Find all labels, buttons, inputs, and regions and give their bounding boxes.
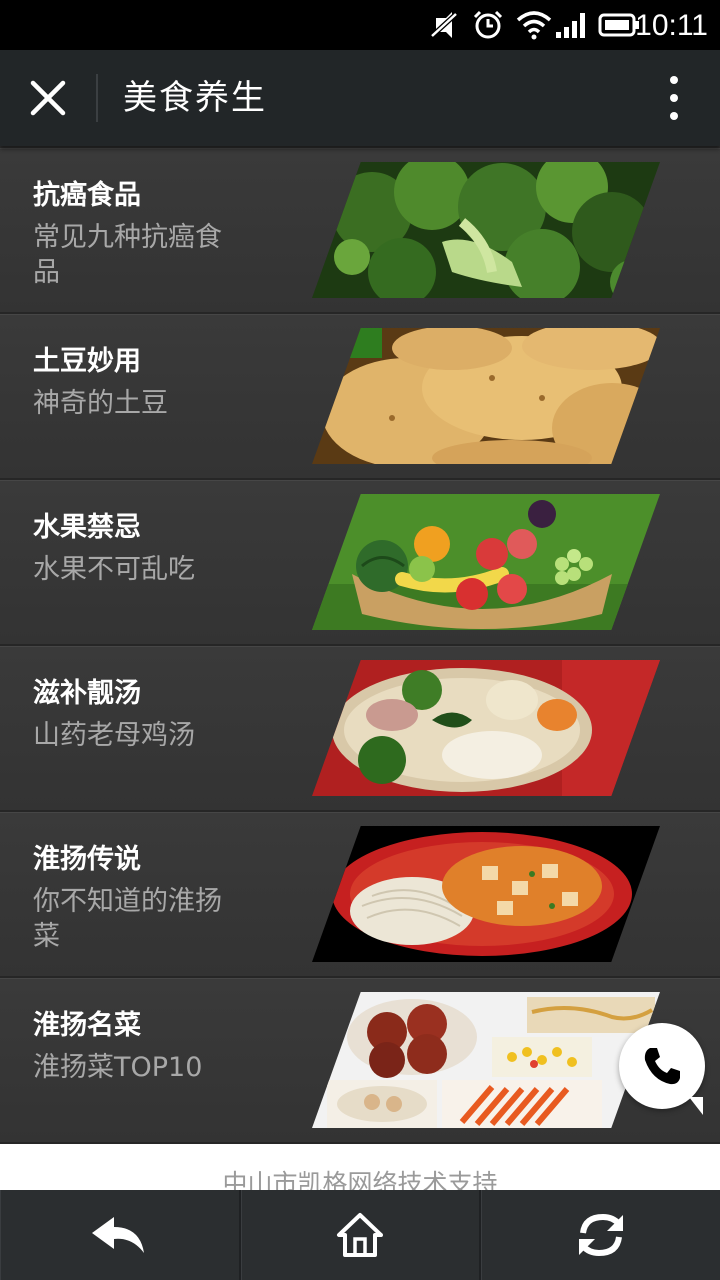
list-item-potato[interactable]: 土豆妙用 神奇的土豆 xyxy=(0,314,720,480)
item-title: 土豆妙用 xyxy=(33,346,141,377)
close-button[interactable] xyxy=(24,74,72,122)
fruit-basket-image xyxy=(312,494,660,630)
item-title: 水果禁忌 xyxy=(33,512,141,543)
list-item-anticancer[interactable]: 抗癌食品 常见九种抗癌食品 xyxy=(0,148,720,314)
more-options-button[interactable] xyxy=(664,76,684,120)
item-title: 淮扬传说 xyxy=(33,844,141,875)
list-item-fruit[interactable]: 水果禁忌 水果不可乱吃 xyxy=(0,480,720,646)
bottom-toolbar xyxy=(0,1190,720,1280)
more-vertical-icon xyxy=(664,76,684,120)
back-icon xyxy=(92,1217,145,1253)
item-subtitle: 常见九种抗癌食品 xyxy=(33,222,222,288)
refresh-icon xyxy=(578,1213,623,1257)
call-button[interactable] xyxy=(619,1023,705,1115)
potatoes-image xyxy=(312,328,660,464)
item-title: 滋补靓汤 xyxy=(33,678,141,709)
list-item-huaiyang-legend[interactable]: 淮扬传说 你不知道的淮扬菜 xyxy=(0,812,720,978)
home-button[interactable] xyxy=(241,1190,482,1280)
page-title: 美食养生 xyxy=(123,78,267,118)
wifi-icon xyxy=(516,11,552,40)
item-subtitle: 神奇的土豆 xyxy=(33,388,168,419)
item-subtitle: 水果不可乱吃 xyxy=(33,554,195,585)
list-item-soup[interactable]: 滋补靓汤 山药老母鸡汤 xyxy=(0,646,720,812)
item-subtitle: 山药老母鸡汤 xyxy=(33,720,195,751)
battery-icon xyxy=(598,13,639,37)
menu-list: 抗癌食品 常见九种抗癌食品 土豆妙用 神奇的土豆 水果禁忌 水果不可乱吃 滋补靓… xyxy=(0,148,720,1144)
item-subtitle: 你不知道的淮扬菜 xyxy=(33,886,222,952)
item-subtitle: 淮扬菜TOP10 xyxy=(33,1052,203,1083)
back-button[interactable] xyxy=(0,1190,241,1280)
dishes-collage-image xyxy=(312,992,660,1128)
alarm-icon xyxy=(473,10,503,39)
footer: 中山市凯格网络技术支持 xyxy=(0,1144,720,1190)
nav-bar: 美食养生 xyxy=(0,50,720,146)
nav-divider xyxy=(96,74,98,122)
mute-icon xyxy=(430,12,458,38)
item-title: 抗癌食品 xyxy=(33,180,141,211)
status-bar: 10:11 xyxy=(0,0,720,50)
phone-icon xyxy=(644,1048,680,1085)
item-title: 淮扬名菜 xyxy=(33,1010,141,1041)
home-icon xyxy=(337,1213,383,1257)
broccoli-image xyxy=(312,162,660,298)
close-icon xyxy=(30,80,66,116)
chicken-soup-image xyxy=(312,660,660,796)
list-item-huaiyang-dishes[interactable]: 淮扬名菜 淮扬菜TOP10 xyxy=(0,978,720,1144)
tofu-noodles-image xyxy=(312,826,660,962)
clock: 10:11 xyxy=(635,9,708,42)
support-text: 中山市凯格网络技术支持 xyxy=(222,1169,498,1190)
refresh-button[interactable] xyxy=(481,1190,720,1280)
signal-icon xyxy=(556,13,585,38)
